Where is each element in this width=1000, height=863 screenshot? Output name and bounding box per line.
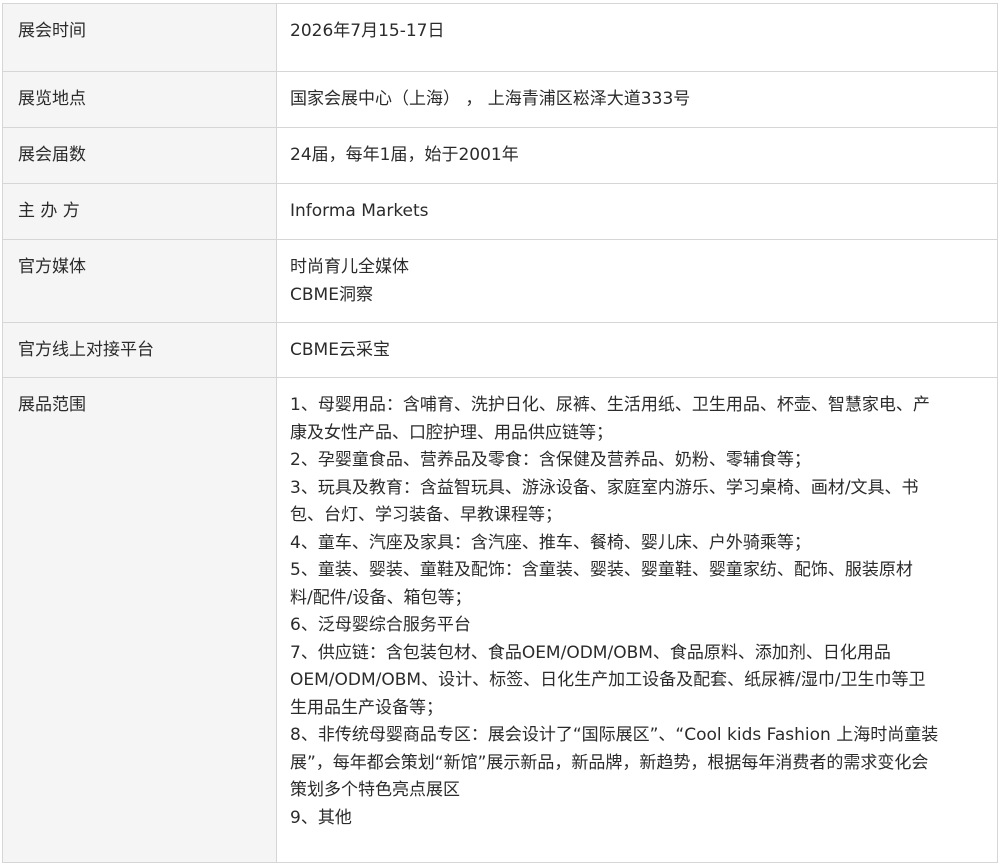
- value-online-platform: CBME云采宝: [276, 322, 998, 378]
- row-exhibition-venue: 展览地点 国家会展中心（上海） ， 上海青浦区崧泽大道333号: [2, 71, 998, 128]
- row-official-media: 官方媒体 时尚育儿全媒体 CBME洞察: [2, 239, 998, 323]
- scope-line: 料/配件/设备、箱包等；: [290, 587, 472, 608]
- label-online-platform: 官方线上对接平台: [2, 322, 277, 378]
- row-exhibition-sessions: 展会届数 24届，每年1届，始于2001年: [2, 127, 998, 184]
- label-organizer: 主 办 方: [2, 183, 277, 240]
- label-exhibition-venue: 展览地点: [2, 71, 277, 128]
- scope-line: 包、台灯、学习装备、早教课程等；: [290, 505, 562, 525]
- scope-line: 3、玩具及教育：含益智玩具、游泳设备、家庭室内游乐、学习桌椅、画材/文具、书: [290, 477, 919, 498]
- label-exhibition-time: 展会时间: [2, 3, 277, 72]
- scope-line: OEM/ODM/OBM、设计、标签、日化生产加工设备及配套、纸尿裤/湿巾/卫生巾…: [290, 670, 926, 690]
- scope-line: 7、供应链：含包装包材、食品OEM/ODM/OBM、食品原料、添加剂、日化用品: [290, 642, 891, 663]
- label-exhibition-sessions: 展会届数: [2, 127, 277, 184]
- value-organizer: Informa Markets: [276, 183, 998, 240]
- value-exhibit-scope: 1、母婴用品：含哺育、洗护日化、尿裤、生活用纸、卫生用品、杯壶、智慧家电、产 康…: [276, 377, 998, 863]
- scope-line: 生用品生产设备等；: [290, 697, 443, 718]
- official-media-item: CBME洞察: [290, 284, 373, 305]
- scope-line: 8、非传统母婴商品专区：展会设计了“国际展区”、“Cool kids Fashi…: [290, 725, 939, 745]
- row-organizer: 主 办 方 Informa Markets: [2, 183, 998, 240]
- row-exhibit-scope: 展品范围 1、母婴用品：含哺育、洗护日化、尿裤、生活用纸、卫生用品、杯壶、智慧家…: [2, 377, 998, 863]
- exhibition-info-table: 展会时间 2026年7月15-17日 展览地点 国家会展中心（上海） ， 上海青…: [2, 3, 998, 863]
- scope-line: 5、童装、婴装、童鞋及配饰：含童装、婴装、婴童鞋、婴童家纺、配饰、服装原材: [290, 560, 913, 580]
- label-exhibit-scope: 展品范围: [2, 377, 277, 863]
- scope-line: 2、孕婴童食品、营养品及零食：含保健及营养品、奶粉、零辅食等；: [290, 450, 811, 470]
- scope-line: 1、母婴用品：含哺育、洗护日化、尿裤、生活用纸、卫生用品、杯壶、智慧家电、产: [290, 395, 930, 415]
- scope-line: 9、其他: [290, 807, 352, 828]
- row-online-platform: 官方线上对接平台 CBME云采宝: [2, 322, 998, 378]
- value-official-media: 时尚育儿全媒体 CBME洞察: [276, 239, 998, 323]
- row-exhibition-time: 展会时间 2026年7月15-17日: [2, 3, 998, 72]
- value-exhibition-venue: 国家会展中心（上海） ， 上海青浦区崧泽大道333号: [276, 71, 998, 128]
- value-exhibition-sessions: 24届，每年1届，始于2001年: [276, 127, 998, 184]
- scope-line: 展”，每年都会策划“新馆”展示新品，新品牌，新趋势，根据每年消费者的需求变化会: [290, 752, 929, 773]
- scope-line: 康及女性产品、口腔护理、用品供应链等；: [290, 422, 613, 443]
- scope-line: 6、泛母婴综合服务平台: [290, 615, 471, 635]
- label-official-media: 官方媒体: [2, 239, 277, 323]
- value-exhibition-time: 2026年7月15-17日: [276, 3, 998, 72]
- official-media-item: 时尚育儿全媒体: [290, 257, 409, 277]
- scope-line: 策划多个特色亮点展区: [290, 780, 460, 800]
- scope-line: 4、童车、汽座及家具：含汽座、推车、餐椅、婴儿床、户外骑乘等；: [290, 532, 811, 553]
